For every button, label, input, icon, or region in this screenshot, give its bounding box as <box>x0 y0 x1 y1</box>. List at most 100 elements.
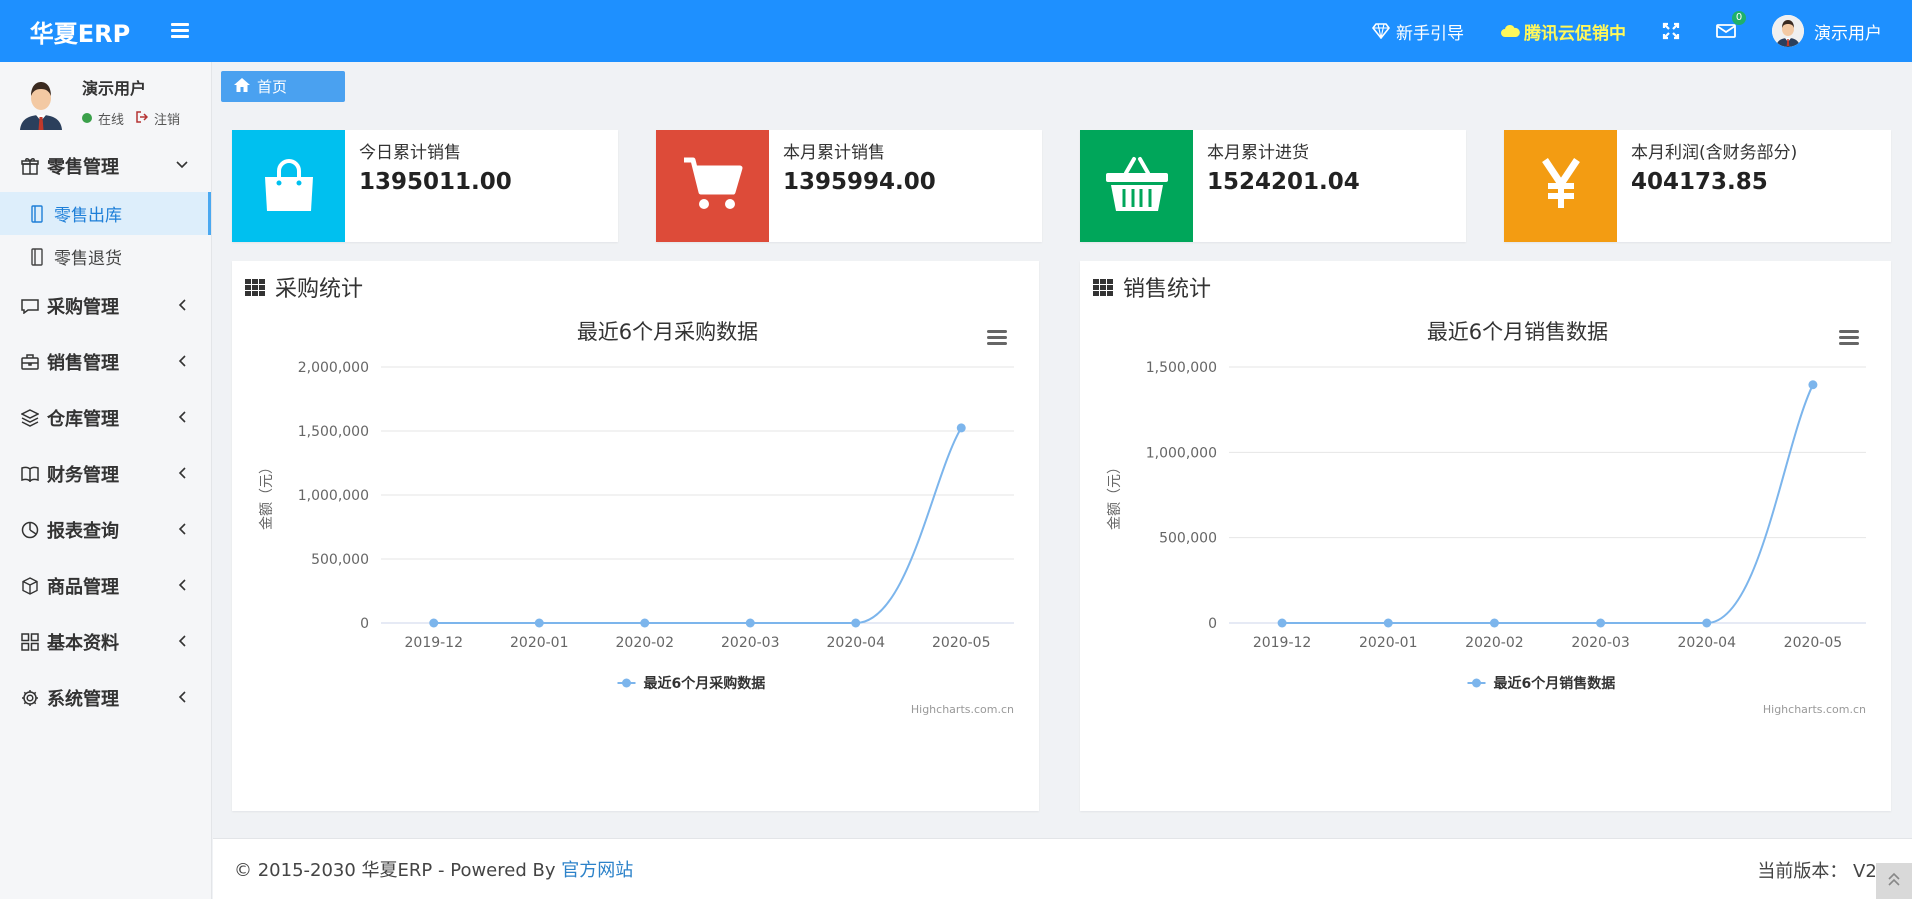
mail-button[interactable]: 0 <box>1698 0 1754 62</box>
user-panel: 演示用户 在线 注销 <box>0 62 211 140</box>
stat-value: 404173.85 <box>1631 169 1768 195</box>
sidebar-item-finance[interactable]: 财务管理 <box>0 446 211 502</box>
fullscreen-button[interactable] <box>1644 0 1698 62</box>
guide-link[interactable]: 新手引导 <box>1354 0 1482 62</box>
series-line <box>433 427 963 624</box>
y-axis-label: 金额（元） <box>259 460 275 530</box>
x-tick-label: 2020-03 <box>721 635 780 651</box>
shopping-bag-icon <box>259 155 319 217</box>
sidebar-item-retail[interactable]: 零售管理 <box>0 140 211 192</box>
chevron-down-icon <box>175 158 189 172</box>
chart-menu-bar <box>987 342 1007 345</box>
double-chevron-up-icon <box>1888 872 1900 890</box>
sidebar-item-label: 报表查询 <box>47 521 119 542</box>
stat-card-today-sales: 今日累计销售 1395011.00 <box>232 130 618 242</box>
y-tick-label: 500,000 <box>1159 531 1217 547</box>
chart-menu-icon[interactable] <box>1839 330 1859 345</box>
sidebar-item-warehouse[interactable]: 仓库管理 <box>0 390 211 446</box>
fullscreen-icon <box>1662 22 1680 40</box>
logout-link[interactable]: 注销 <box>154 109 180 128</box>
back-to-top-button[interactable] <box>1876 863 1912 899</box>
grid-icon <box>245 278 265 296</box>
sidebar-item-label: 仓库管理 <box>47 409 119 430</box>
briefcase-icon <box>20 352 40 372</box>
menu-icon <box>171 23 189 39</box>
footer-official-site-link[interactable]: 官方网站 <box>561 860 633 881</box>
x-tick-label: 2020-04 <box>1678 635 1737 651</box>
stat-value: 1395011.00 <box>359 169 512 195</box>
user-label: 演示用户 <box>1814 23 1882 44</box>
stat-card-month-sales: 本月累计销售 1395994.00 <box>656 130 1042 242</box>
chevron-left-icon <box>175 578 189 592</box>
user-menu[interactable]: 演示用户 <box>1754 0 1888 62</box>
sidebar-item-basic-data[interactable]: 基本资料 <box>0 614 211 670</box>
sidebar-item-label: 销售管理 <box>47 353 119 374</box>
panel-title: 采购统计 <box>275 277 364 302</box>
y-tick-label: 0 <box>1208 616 1217 632</box>
y-tick-label: 1,500,000 <box>298 424 369 440</box>
x-tick-label: 2019-12 <box>1253 635 1312 651</box>
data-point <box>956 423 966 433</box>
chevron-left-icon <box>175 354 189 368</box>
chart-title: 最近6个月采购数据 <box>577 320 758 344</box>
y-tick-label: 500,000 <box>311 552 369 568</box>
document-icon <box>30 247 44 266</box>
stat-card-month-purchase: 本月累计进货 1524201.04 <box>1080 130 1466 242</box>
panel-title: 销售统计 <box>1123 277 1212 302</box>
legend-marker <box>622 678 631 688</box>
mail-count-badge: 0 <box>1732 11 1746 25</box>
stat-label: 本月累计进货 <box>1207 143 1309 163</box>
sidebar-subitem-label: 零售出库 <box>54 206 122 226</box>
legend-label: 最近6个月采购数据 <box>644 675 766 692</box>
stat-label: 本月利润(含财务部分) <box>1631 143 1798 163</box>
sidebar-item-label: 零售管理 <box>47 157 119 178</box>
legend-label: 最近6个月销售数据 <box>1494 675 1616 692</box>
app-logo[interactable]: 华夏ERP <box>0 14 160 49</box>
data-point <box>1596 618 1606 628</box>
sidebar-item-label: 商品管理 <box>47 577 119 598</box>
x-tick-label: 2020-05 <box>932 635 991 651</box>
sidebar-item-purchase[interactable]: 采购管理 <box>0 278 211 334</box>
cloud-icon <box>1500 24 1520 38</box>
footer: © 2015-2030 华夏ERP - Powered By 官方网站 当前版本… <box>213 838 1912 899</box>
sidebar-item-reports[interactable]: 报表查询 <box>0 502 211 558</box>
apps-icon <box>20 632 40 652</box>
data-point <box>429 618 439 628</box>
sidebar-item-system[interactable]: 系统管理 <box>0 670 211 726</box>
pie-icon <box>20 520 40 540</box>
sidebar-item-sales[interactable]: 销售管理 <box>0 334 211 390</box>
chevron-left-icon <box>175 522 189 536</box>
layers-icon <box>20 408 40 428</box>
data-point <box>1277 618 1287 628</box>
avatar <box>1772 15 1804 47</box>
sidebar-subitem-retail-return[interactable]: 零售退货 <box>0 235 211 278</box>
chart-menu-bar <box>987 336 1007 339</box>
guide-label: 新手引导 <box>1396 23 1464 44</box>
logout-icon <box>136 110 149 126</box>
footer-copyright: © 2015-2030 华夏ERP - Powered By <box>234 860 556 881</box>
online-status-icon <box>82 113 92 123</box>
promo-label: 腾讯云促销中 <box>1524 23 1626 44</box>
online-status-label: 在线 <box>98 112 125 128</box>
y-axis-label: 金额（元） <box>1107 460 1123 530</box>
chart-menu-icon[interactable] <box>987 330 1007 345</box>
promo-link[interactable]: 腾讯云促销中 <box>1482 0 1644 62</box>
sidebar-subitem-retail-out[interactable]: 零售出库 <box>0 192 211 235</box>
sidebar-user-name: 演示用户 <box>82 78 147 98</box>
menu-toggle-button[interactable] <box>160 0 200 62</box>
sidebar-item-products[interactable]: 商品管理 <box>0 558 211 614</box>
data-point <box>1489 618 1499 628</box>
series-line <box>1282 384 1814 624</box>
sidebar-item-label: 系统管理 <box>47 689 119 710</box>
avatar <box>18 72 64 130</box>
x-tick-label: 2020-01 <box>510 635 569 651</box>
y-tick-label: 1,500,000 <box>1146 360 1217 376</box>
chart-menu-bar <box>1839 336 1859 339</box>
breadcrumb[interactable]: 首页 <box>221 71 345 102</box>
x-tick-label: 2020-05 <box>1784 635 1843 651</box>
main-content: 首页 今日累计销售 1395011.00 本月累计销售 1395994.00 本… <box>213 62 1912 899</box>
chart-menu-bar <box>1839 330 1859 333</box>
document-icon <box>30 204 44 223</box>
sidebar-menu: 零售管理 零售出库 零售退货 采购管理 销售管理 仓库管理 财务管理 报表查询 … <box>0 140 211 726</box>
x-tick-label: 2020-03 <box>1571 635 1630 651</box>
